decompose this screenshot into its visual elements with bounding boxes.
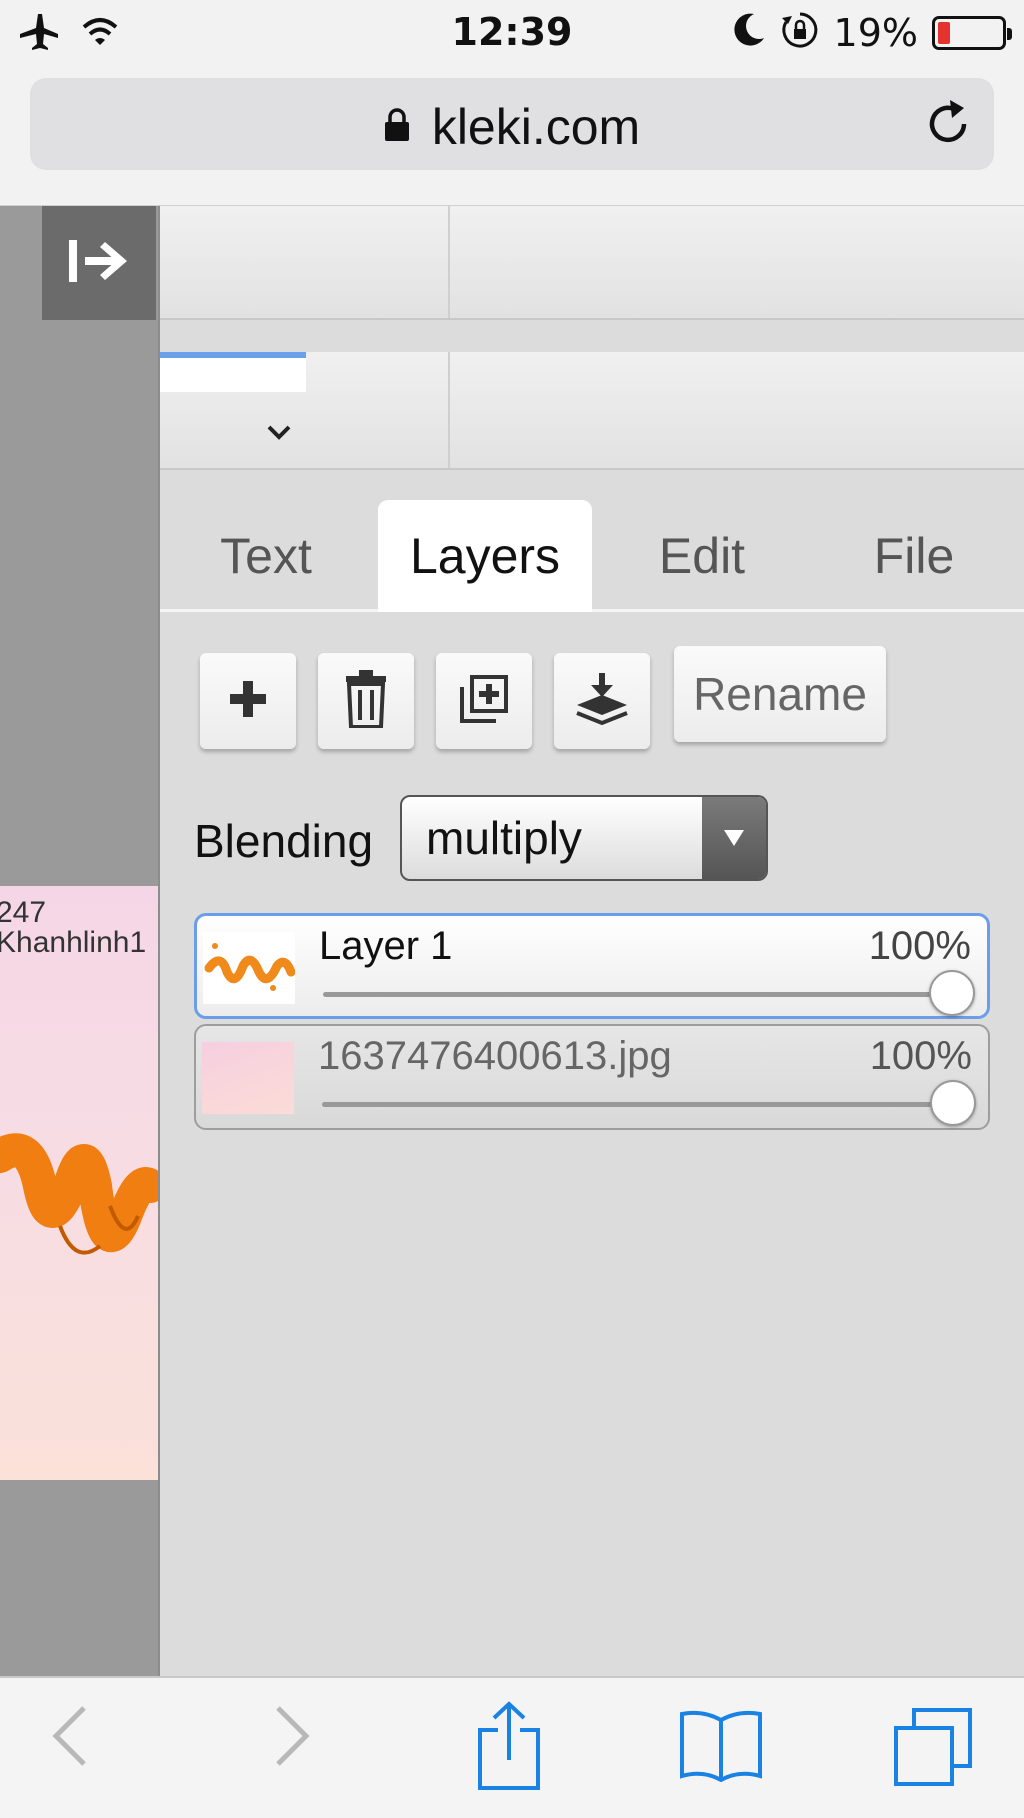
forward-icon[interactable] [272,1704,312,1773]
reload-icon[interactable] [924,98,972,153]
layer-name: 1637476400613.jpg [318,1034,672,1078]
layer-opacity-text: 100% [869,1034,972,1078]
blending-select[interactable]: multiply [400,795,768,881]
tab-text[interactable]: Text [166,500,366,612]
collapse-arrow-icon [67,236,131,291]
tab-file[interactable]: File [812,500,1016,612]
url-text: kleki.com [431,99,641,155]
opacity-slider-handle[interactable] [930,1080,976,1126]
trash-icon [344,669,388,733]
tool-row-2 [160,352,1024,470]
merge-down-button[interactable] [554,653,650,749]
chevron-down-icon[interactable] [266,424,292,447]
rename-layer-button[interactable]: Rename [674,646,886,742]
rotation-lock-icon [780,10,820,55]
opacity-slider-track[interactable] [323,992,957,997]
duplicate-layer-button[interactable] [436,653,532,749]
layer-opacity-text: 100% [868,924,971,968]
plus-icon [228,679,268,724]
layer-item-background[interactable]: 1637476400613.jpg 100% [194,1024,990,1130]
tabs-icon[interactable] [892,1708,974,1793]
lock-icon [384,107,410,147]
opacity-slider-track[interactable] [322,1102,958,1107]
canvas-area[interactable]: 247 Khanhlinh1 [0,206,158,1676]
layer-item-layer-1[interactable]: Layer 1 100% [194,913,990,1019]
layer-thumbnail [202,1042,294,1114]
add-layer-button[interactable] [200,653,296,749]
back-icon[interactable] [50,1704,90,1773]
tool-row-1 [160,206,1024,320]
canvas-drawing [0,1133,158,1255]
opacity-slider-handle[interactable] [929,970,975,1016]
side-panel: Text Layers Edit File Rename Blending mu… [158,206,1024,1676]
blending-value: multiply [426,812,582,864]
status-right: 19% [732,10,1012,55]
browser-toolbar: kleki.com [0,64,1024,206]
layer-name: Layer 1 [319,924,453,968]
share-icon[interactable] [476,1700,542,1797]
tab-edit[interactable]: Edit [600,500,804,612]
canvas-image[interactable]: 247 Khanhlinh1 [0,886,158,1480]
moon-icon [732,12,766,53]
blending-label: Blending [194,815,374,867]
battery-percent: 19% [833,10,918,55]
browser-bottom-bar [0,1676,1024,1818]
bookmarks-icon[interactable] [678,1708,764,1787]
kleki-app: 247 Khanhlinh1 Text Layers Edit File Ren… [0,206,1024,1676]
layer-thumbnail [203,932,295,1004]
panel-tabs: Text Layers Edit File [160,500,1024,612]
delete-layer-button[interactable] [318,653,414,749]
merge-down-icon [575,671,629,732]
duplicate-icon [458,673,510,730]
status-bar: 12:39 19% [0,0,1024,64]
address-bar[interactable]: kleki.com [30,78,994,170]
color-swatch[interactable] [160,352,306,392]
battery-icon [932,15,1012,50]
dropdown-arrow-icon [702,797,766,879]
tab-layers[interactable]: Layers [378,500,592,612]
collapse-panel-button[interactable] [42,206,156,320]
